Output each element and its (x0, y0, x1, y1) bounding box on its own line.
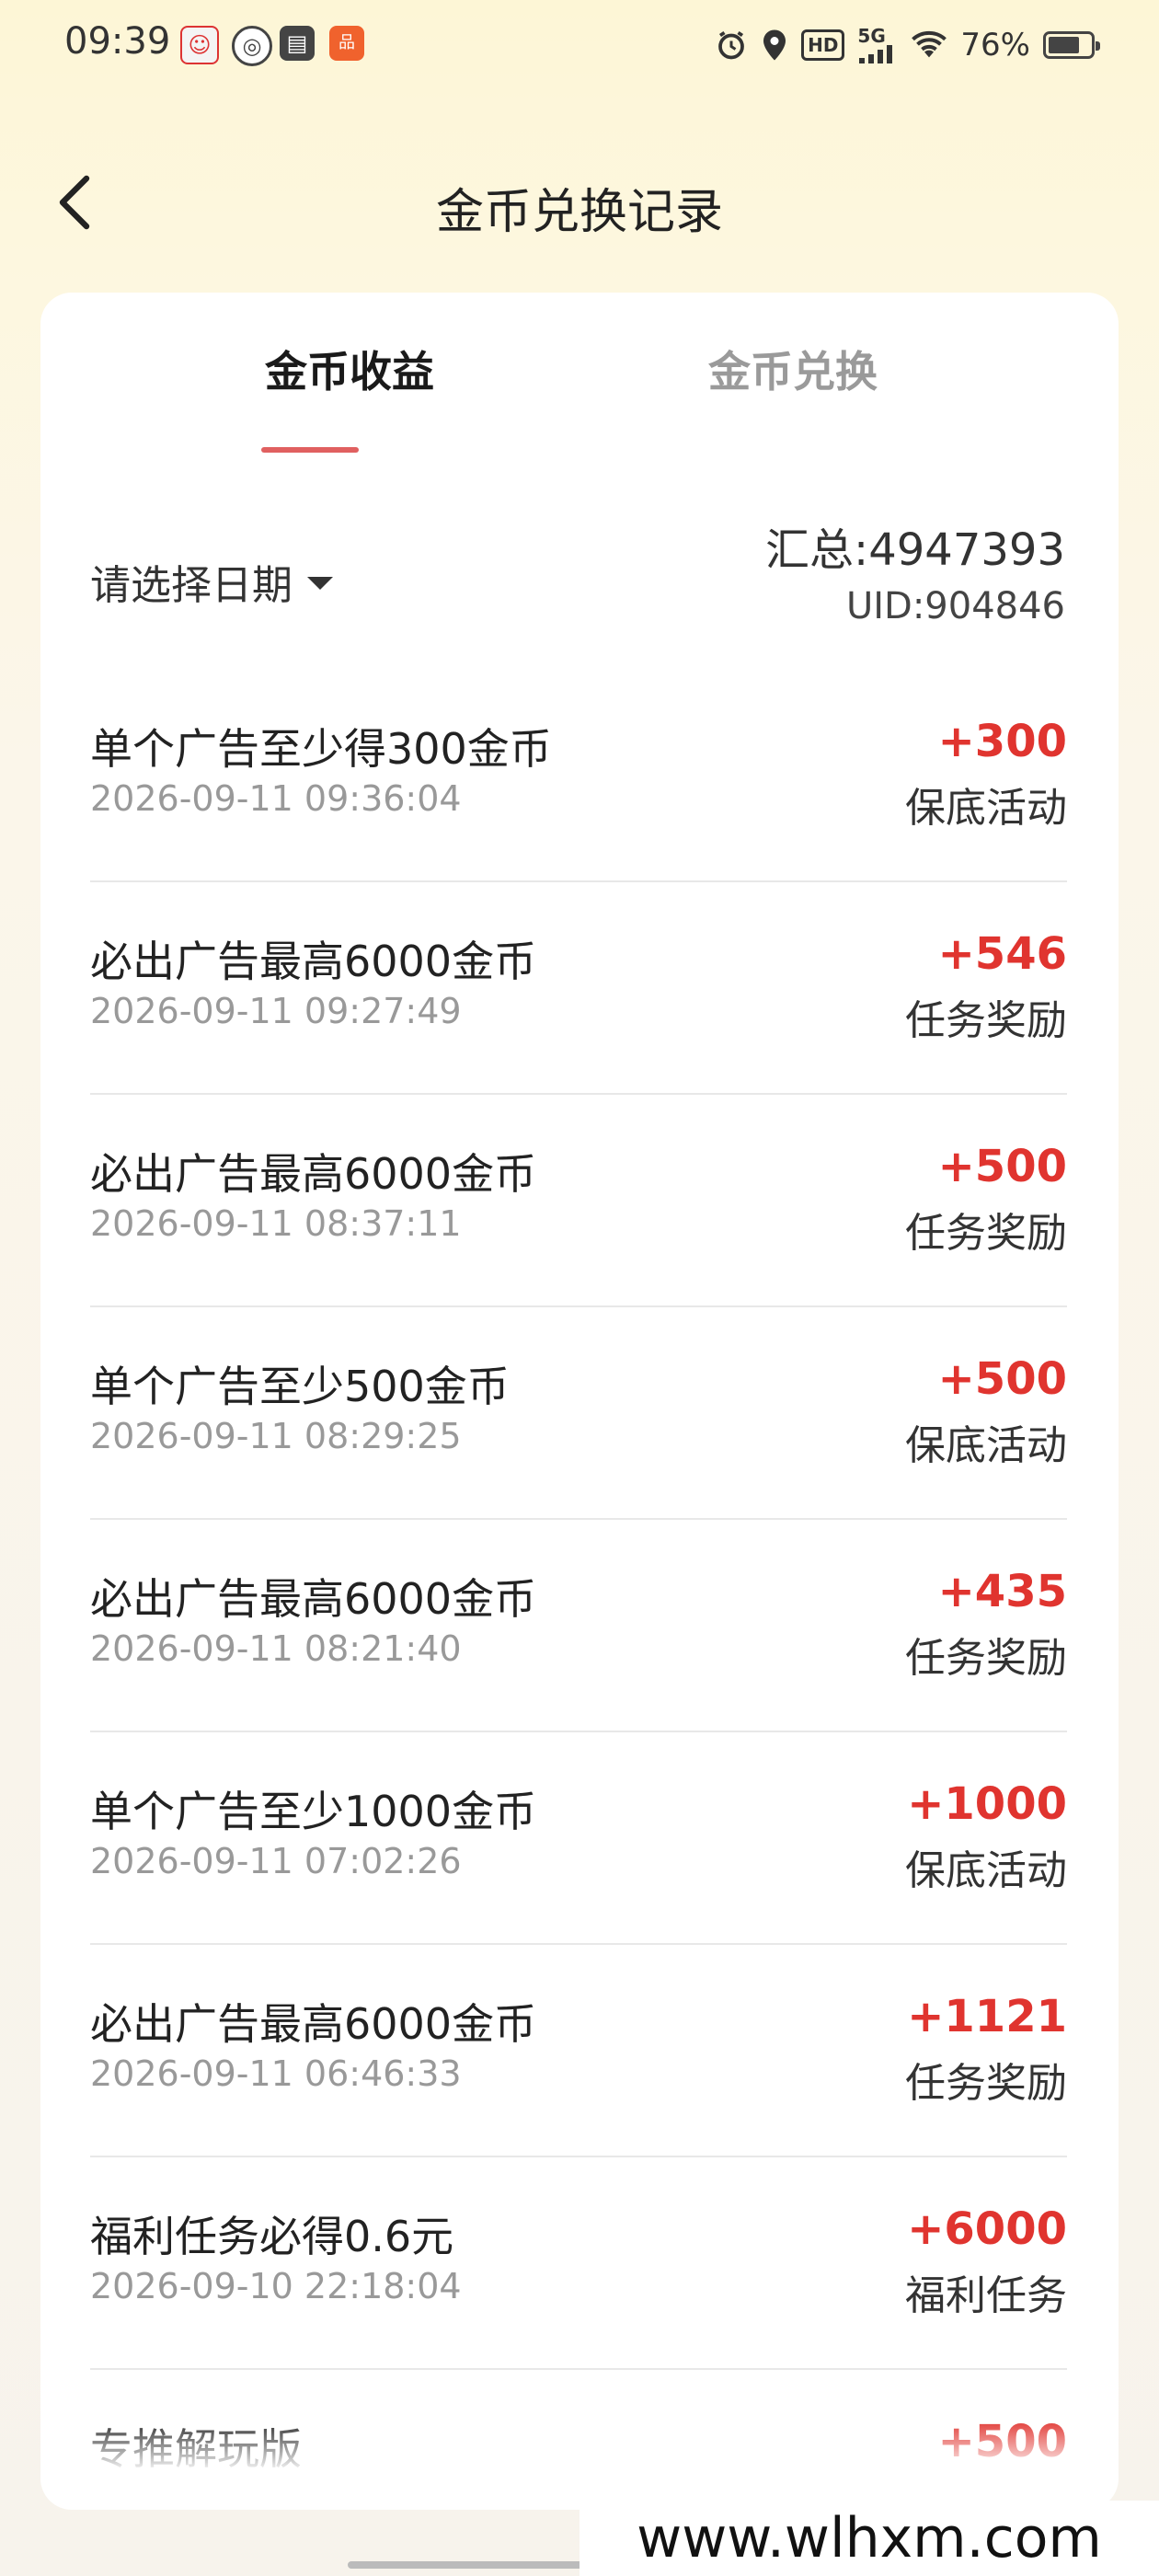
date-selector-label: 请选择日期 (90, 562, 293, 609)
5g-signal-icon: 5G (857, 27, 898, 63)
record-title: 必出广告最高6000金币 (90, 1574, 537, 1624)
record-time: 2026-09-10 22:18:04 (90, 2266, 462, 2306)
record-row[interactable]: 必出广告最高6000金币 2026-09-11 09:27:49 +546 任务奖励 (90, 882, 1067, 1095)
record-title: 必出广告最高6000金币 (90, 937, 537, 986)
battery-percent: 76% (960, 27, 1030, 63)
tab-coin-exchange[interactable]: 金币兑换 (609, 339, 977, 399)
record-title: 单个广告至少得300金币 (90, 724, 552, 774)
wifi-icon (912, 30, 947, 58)
alarm-icon (718, 30, 744, 60)
record-type: 任务奖励 (905, 997, 1067, 1044)
record-time: 2026-09-11 07:02:26 (90, 1841, 462, 1881)
record-amount: +6000 (907, 2203, 1067, 2255)
network-type: 5G (857, 25, 886, 47)
location-icon (763, 29, 786, 61)
battery-level (1049, 37, 1079, 53)
app-notification-icon: ◎ (232, 26, 272, 66)
record-amount: +500 (937, 1141, 1067, 1192)
record-time: 2026-09-11 06:46:33 (90, 2053, 462, 2094)
record-row[interactable]: 必出广告最高6000金币 2026-09-11 08:37:11 +500 任务奖励 (90, 1095, 1067, 1307)
records-card: 金币收益 金币兑换 请选择日期 汇总:4947393 UID:904846 单个… (40, 293, 1119, 2510)
user-uid: UID:904846 (845, 585, 1065, 627)
status-icons: HD 5G 76% (715, 22, 1100, 68)
record-type: 保底活动 (905, 785, 1067, 832)
app-notification-icon: ☺ (180, 26, 219, 64)
record-row[interactable]: 必出广告最高6000金币 2026-09-11 06:46:33 +1121 任务奖励 (90, 1945, 1067, 2157)
total-summary: 汇总:4947393 (765, 524, 1065, 576)
record-amount: +500 (937, 1353, 1067, 1405)
record-row[interactable]: 单个广告至少得300金币 2026-09-11 09:36:04 +300 保底活动 (90, 670, 1067, 882)
caret-down-icon (307, 577, 333, 590)
record-type: 保底活动 (905, 1847, 1067, 1894)
signal-bars-icon (859, 45, 893, 63)
list-fade (90, 2418, 1067, 2473)
calendar-icon: ▤ (280, 26, 315, 61)
record-title: 福利任务必得0.6元 (90, 2212, 454, 2261)
app-notification-icon: 品 (329, 26, 364, 61)
date-selector[interactable]: 请选择日期 (90, 552, 333, 611)
page-header: 金币兑换记录 (0, 156, 1159, 248)
record-title: 必出广告最高6000金币 (90, 1149, 537, 1199)
record-type: 任务奖励 (905, 1210, 1067, 1257)
home-indicator[interactable] (348, 2561, 583, 2569)
battery-icon (1043, 31, 1100, 59)
record-time: 2026-09-11 09:36:04 (90, 778, 462, 819)
tab-bar: 金币收益 金币兑换 (40, 293, 1119, 458)
record-row[interactable]: 福利任务必得0.6元 2026-09-10 22:18:04 +6000 福利任务 (90, 2157, 1067, 2370)
record-time: 2026-09-11 08:37:11 (90, 1203, 462, 1244)
record-type: 保底活动 (905, 1422, 1067, 1469)
record-title: 单个广告至少500金币 (90, 1362, 510, 1411)
summary: 汇总:4947393 UID:904846 (765, 523, 1065, 635)
record-type: 福利任务 (905, 2272, 1067, 2319)
record-amount: +1000 (907, 1778, 1067, 1830)
status-bar: 09:39 ☺ ◎ ▤ 品 HD 5G 76% (0, 0, 1159, 92)
record-amount: +300 (937, 716, 1067, 767)
record-time: 2026-09-11 08:29:25 (90, 1416, 462, 1456)
record-amount: +1121 (907, 1991, 1067, 2042)
record-amount: +546 (937, 928, 1067, 980)
record-row[interactable]: 必出广告最高6000金币 2026-09-11 08:21:40 +435 任务奖励 (90, 1520, 1067, 1732)
page-title: 金币兑换记录 (435, 185, 723, 240)
watermark: www.wlhxm.com (580, 2501, 1159, 2576)
tab-indicator (261, 447, 359, 453)
status-time: 09:39 (64, 20, 171, 63)
record-type: 任务奖励 (905, 1635, 1067, 1682)
record-list[interactable]: 单个广告至少得300金币 2026-09-11 09:36:04 +300 保底活动必… (90, 670, 1067, 2473)
record-time: 2026-09-11 09:27:49 (90, 991, 462, 1031)
record-type: 任务奖励 (905, 2060, 1067, 2107)
record-title: 单个广告至少1000金币 (90, 1787, 537, 1836)
record-row[interactable]: 单个广告至少500金币 2026-09-11 08:29:25 +500 保底活动 (90, 1307, 1067, 1520)
tab-coin-earnings[interactable]: 金币收益 (166, 339, 534, 399)
hd-icon: HD (801, 29, 845, 61)
record-title: 必出广告最高6000金币 (90, 1999, 537, 2049)
filter-row: 请选择日期 汇总:4947393 UID:904846 (90, 504, 1065, 633)
record-row[interactable]: 单个广告至少1000金币 2026-09-11 07:02:26 +1000 保底活动 (90, 1732, 1067, 1945)
record-time: 2026-09-11 08:21:40 (90, 1628, 462, 1669)
record-amount: +435 (937, 1566, 1067, 1617)
